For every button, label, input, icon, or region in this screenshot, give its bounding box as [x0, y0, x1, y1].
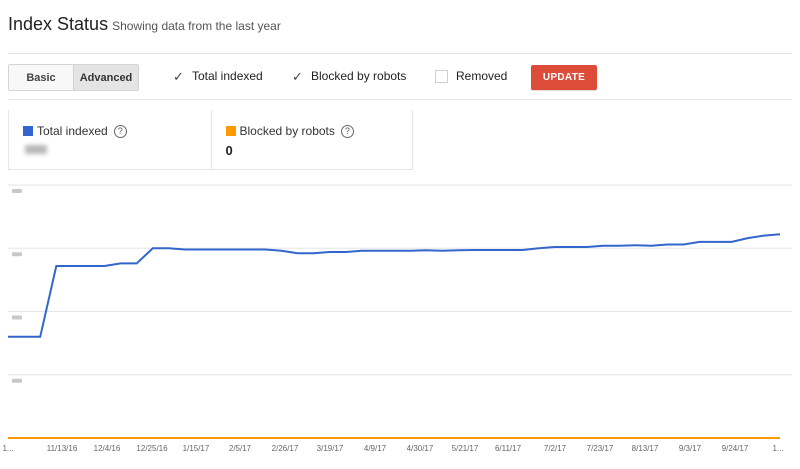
filter-label: Removed	[456, 69, 508, 83]
page-header: Index Status Showing data from the last …	[8, 14, 281, 35]
filter-label: Blocked by robots	[311, 69, 407, 83]
divider	[8, 53, 792, 54]
y-axis-labels	[12, 189, 22, 383]
card-total-indexed: Total indexed ?	[9, 110, 211, 170]
advanced-button[interactable]: Advanced	[73, 65, 138, 90]
filter-blocked-by-robots[interactable]: ✓ Blocked by robots	[290, 68, 407, 84]
checkbox[interactable]: ✓	[171, 68, 184, 84]
checkbox[interactable]	[435, 69, 448, 83]
x-axis-ticks: 1... 11/13/16 12/4/16 12/25/16 1/15/17 2/5/17…	[2, 444, 783, 453]
view-toggle: Basic Advanced	[8, 64, 139, 91]
x-tick-label: 1...	[2, 444, 13, 453]
x-tick-label: 12/4/16	[94, 444, 121, 453]
x-tick-label: 7/2/17	[544, 444, 567, 453]
redacted-value	[25, 145, 47, 154]
x-tick-label: 5/21/17	[452, 444, 479, 453]
x-tick-label: 4/30/17	[407, 444, 434, 453]
series-swatch	[23, 126, 33, 136]
help-icon[interactable]: ?	[340, 124, 354, 138]
card-blocked-by-robots: Blocked by robots ? 0	[210, 110, 413, 170]
redacted-y-label	[12, 252, 22, 257]
redacted-y-label	[12, 378, 22, 383]
x-tick-label: 1/15/17	[183, 444, 210, 453]
index-status-chart: 1... 11/13/16 12/4/16 12/25/16 1/15/17 2/5/17…	[2, 184, 792, 453]
basic-button[interactable]: Basic	[9, 65, 73, 90]
stats-cards: Total indexed ? Blocked by robots ? 0	[8, 110, 413, 170]
x-tick-label: 8/13/17	[632, 444, 659, 453]
x-tick-label: 12/25/16	[136, 444, 168, 453]
chart-series	[8, 233, 781, 439]
series-swatch	[225, 126, 236, 136]
x-tick-label: 6/11/17	[495, 444, 522, 453]
x-tick-label: 9/24/17	[722, 444, 749, 453]
x-tick-label: 3/19/17	[317, 444, 344, 453]
x-tick-label: 1...	[772, 444, 783, 453]
divider	[8, 99, 792, 100]
chart-grid	[8, 184, 792, 376]
x-tick-label: 7/23/17	[587, 444, 614, 453]
filter-removed[interactable]: Removed	[435, 69, 507, 83]
series-line-total-indexed	[8, 233, 781, 338]
x-tick-label: 2/5/17	[229, 444, 252, 453]
checkmark-icon: ✓	[173, 68, 184, 84]
help-icon[interactable]: ?	[113, 124, 127, 138]
card-label: Blocked by robots	[239, 124, 335, 138]
filter-label: Total indexed	[192, 69, 263, 83]
filter-total-indexed[interactable]: ✓ Total indexed	[171, 68, 263, 84]
x-tick-label: 4/9/17	[364, 444, 387, 453]
update-button[interactable]: UPDATE	[531, 65, 597, 90]
redacted-y-label	[12, 315, 22, 320]
x-tick-label: 11/13/16	[47, 444, 78, 453]
page-subtitle: Showing data from the last year	[112, 19, 281, 33]
card-label: Total indexed	[37, 124, 108, 138]
checkmark-icon: ✓	[292, 68, 303, 84]
card-value: 0	[225, 143, 233, 158]
page-title: Index Status	[8, 14, 109, 34]
x-tick-label: 2/26/17	[272, 444, 299, 453]
x-tick-label: 9/3/17	[679, 444, 702, 453]
checkbox[interactable]: ✓	[290, 68, 303, 84]
redacted-y-label	[12, 189, 22, 193]
